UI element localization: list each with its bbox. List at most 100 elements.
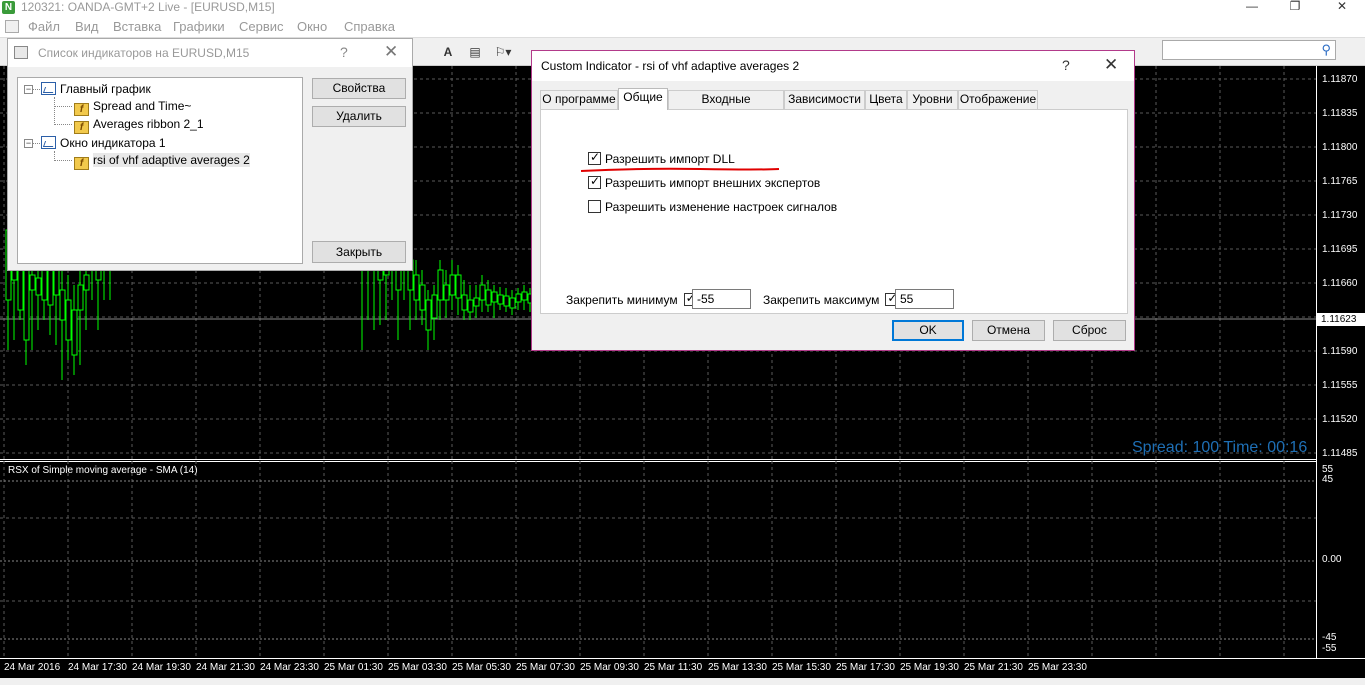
tab-colors[interactable]: Цвета xyxy=(865,90,907,109)
maximize-button[interactable]: ❐ xyxy=(1280,0,1310,12)
candle-body xyxy=(521,291,528,301)
dialog-title: Custom Indicator - rsi of vhf adaptive a… xyxy=(541,59,800,73)
checkbox-label: Разрешить импорт внешних экспертов xyxy=(605,176,821,190)
search-input[interactable]: ⚲ xyxy=(1162,40,1336,60)
price-scale-label: 1.11835 xyxy=(1322,108,1358,119)
candle-body xyxy=(83,274,90,291)
time-axis-label: 25 Mar 11:30 xyxy=(644,662,703,673)
chart-tabs-bar[interactable] xyxy=(0,678,1365,685)
candle-body xyxy=(509,297,516,309)
reset-button[interactable]: Сброс xyxy=(1053,320,1126,341)
candle xyxy=(509,290,516,315)
checkbox-label: Разрешить изменение настроек сигналов xyxy=(605,200,838,214)
minimize-button[interactable]: — xyxy=(1237,0,1267,12)
tab-inputs[interactable]: Входные параметры xyxy=(668,90,784,123)
fix-maximum-field[interactable]: 55 xyxy=(895,289,954,309)
time-axis-label: 24 Mar 21:30 xyxy=(196,662,255,673)
cancel-button[interactable]: Отмена xyxy=(972,320,1045,341)
close-icon[interactable]: ✕ xyxy=(384,42,398,62)
candle-body xyxy=(29,274,36,291)
time-axis-label: 25 Mar 17:30 xyxy=(836,662,895,673)
menu-tools[interactable]: Сервис xyxy=(239,19,284,34)
ok-button[interactable]: OK xyxy=(892,320,964,341)
tab-dependencies[interactable]: Зависимости xyxy=(784,90,865,109)
candle-body xyxy=(47,264,54,306)
close-window-button[interactable]: ✕ xyxy=(1327,0,1357,12)
price-scale-label: 1.11695 xyxy=(1322,244,1358,255)
candle xyxy=(413,260,420,320)
common-tab-panel: Разрешить импорт DLL Разрешить импорт вн… xyxy=(540,109,1128,314)
window-separator xyxy=(0,459,1316,460)
tab-levels[interactable]: Уровни xyxy=(907,90,958,109)
tree-node-indicator-window[interactable]: Окно индикатора 1 xyxy=(41,136,166,150)
tree-connector xyxy=(54,106,72,107)
candle-body xyxy=(413,274,420,301)
tab-about[interactable]: О программе xyxy=(540,90,618,109)
menu-view[interactable]: Вид xyxy=(75,19,99,34)
price-scale[interactable]: 1.11870 1.11835 1.11800 1.11765 1.11730 1.116… xyxy=(1316,66,1365,658)
red-underline-annotation xyxy=(580,167,780,172)
fix-maximum-checkbox[interactable]: Закрепить максимум xyxy=(763,291,902,307)
tree-connector xyxy=(54,160,72,161)
fix-minimum-checkbox[interactable]: Закрепить минимум xyxy=(566,291,701,307)
candle-body xyxy=(449,274,456,296)
tree-node-main-chart[interactable]: Главный график xyxy=(41,82,151,96)
collapse-icon[interactable]: − xyxy=(24,139,33,148)
candle xyxy=(503,288,510,312)
menu-file[interactable]: Файл xyxy=(28,19,60,34)
candle xyxy=(437,260,444,320)
app-logo-icon: N xyxy=(2,1,15,14)
help-button[interactable]: ? xyxy=(1062,57,1070,73)
time-axis-label: 25 Mar 19:30 xyxy=(900,662,959,673)
level-scale-label: 45 xyxy=(1322,474,1334,485)
candle xyxy=(425,290,432,350)
allow-dll-import-checkbox[interactable]: Разрешить импорт DLL xyxy=(588,150,735,166)
tab-common[interactable]: Общие xyxy=(618,88,668,110)
tree-item-label: rsi of vhf adaptive averages 2 xyxy=(93,153,250,167)
allow-external-experts-checkbox[interactable]: Разрешить импорт внешних экспертов xyxy=(588,174,821,190)
document-icon[interactable] xyxy=(5,20,19,33)
help-button[interactable]: ? xyxy=(340,44,348,60)
indicator-subwindow[interactable] xyxy=(0,461,1316,658)
time-axis-label: 25 Mar 23:30 xyxy=(1028,662,1087,673)
tree-item-rsi-vhf[interactable]: f rsi of vhf adaptive averages 2 xyxy=(74,153,250,170)
tree-item-spread-and-time[interactable]: f Spread and Time~ xyxy=(74,99,191,116)
tab-visualization[interactable]: Отображение xyxy=(958,90,1038,109)
menu-charts[interactable]: Графики xyxy=(173,19,225,34)
tree-node-label: Главный график xyxy=(60,82,151,96)
collapse-icon[interactable]: − xyxy=(24,85,33,94)
price-scale-label: 1.11590 xyxy=(1322,346,1358,357)
candle xyxy=(485,280,492,312)
candle-body xyxy=(41,269,48,301)
text-icon[interactable]: A xyxy=(438,43,458,61)
candle-body xyxy=(485,289,492,306)
checkbox-box[interactable] xyxy=(588,200,601,213)
candle-body xyxy=(71,309,78,356)
price-scale-label: 1.11660 xyxy=(1322,278,1358,289)
candle-body xyxy=(419,284,426,311)
fix-minimum-field[interactable]: -55 xyxy=(692,289,751,309)
indicator-tree[interactable]: − Главный график f Spread and Time~ f Aver… xyxy=(17,77,303,264)
menu-window[interactable]: Окно xyxy=(297,19,327,34)
dialog-title: Список индикаторов на EURUSD,M15 xyxy=(38,46,250,60)
objects-icon[interactable]: ⚐▾ xyxy=(493,43,513,61)
candle-body xyxy=(491,291,498,303)
menu-insert[interactable]: Вставка xyxy=(113,19,161,34)
checkbox-box[interactable] xyxy=(588,150,601,165)
close-button[interactable]: Закрыть xyxy=(312,241,406,263)
menu-help[interactable]: Справка xyxy=(344,19,395,34)
custom-indicator-dialog: Custom Indicator - rsi of vhf adaptive a… xyxy=(531,50,1135,351)
close-icon[interactable]: ✕ xyxy=(1104,55,1118,75)
candle-body xyxy=(515,293,522,303)
text-label-icon[interactable]: ▤ xyxy=(465,43,485,61)
tree-connector xyxy=(54,124,72,125)
allow-signal-settings-checkbox[interactable]: Разрешить изменение настроек сигналов xyxy=(588,200,837,214)
search-icon[interactable]: ⚲ xyxy=(1321,42,1331,58)
properties-button[interactable]: Свойства xyxy=(312,78,406,99)
delete-button[interactable]: Удалить xyxy=(312,106,406,127)
candle-body xyxy=(443,284,450,301)
tree-item-averages-ribbon[interactable]: f Averages ribbon 2_1 xyxy=(74,117,204,134)
time-axis-label: 24 Mar 17:30 xyxy=(68,662,127,673)
price-scale-label: 1.11870 xyxy=(1322,74,1358,85)
checkbox-box[interactable] xyxy=(588,174,601,189)
